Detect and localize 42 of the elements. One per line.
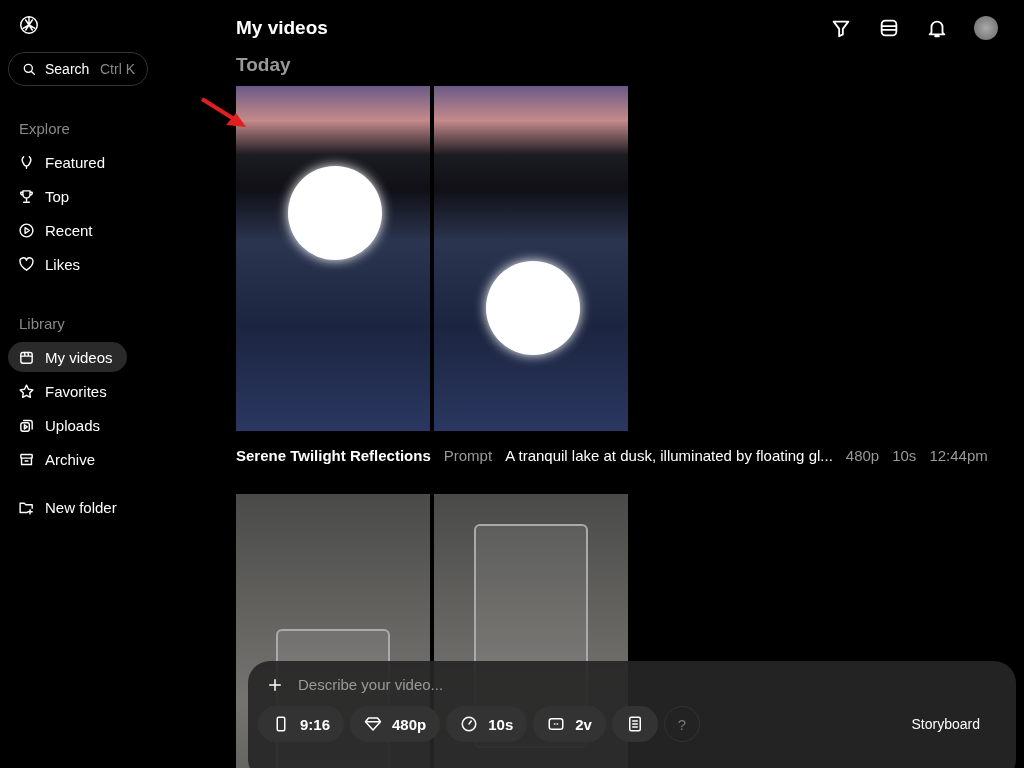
section-heading: Explore xyxy=(19,120,71,137)
sidebar-item[interactable]: Favorites xyxy=(8,376,121,406)
play-circle-icon xyxy=(18,221,35,239)
rectangle-icon xyxy=(547,715,566,733)
shortcut-hint: Ctrl K xyxy=(100,61,135,77)
option-button[interactable]: 10s xyxy=(446,706,528,742)
option-button[interactable]: 2v xyxy=(533,706,606,742)
sidebar-item[interactable]: Recent xyxy=(8,215,107,245)
star-icon xyxy=(18,382,35,400)
trophy-icon xyxy=(18,187,35,205)
heart-icon xyxy=(18,255,35,273)
page-title: My videos xyxy=(236,17,328,39)
laurel-icon xyxy=(18,153,35,171)
option-button[interactable]: 480p xyxy=(350,706,441,742)
sidebar-item[interactable]: Archive xyxy=(8,444,110,474)
video-title[interactable]: Serene Twilight Reflections xyxy=(236,447,431,464)
option-button[interactable]: 9:16 xyxy=(258,706,345,742)
presets-button[interactable] xyxy=(611,706,658,742)
sidebar-item[interactable]: Likes xyxy=(8,249,95,279)
search-icon xyxy=(21,61,37,77)
timer-icon xyxy=(460,715,479,733)
prompt-label: Prompt xyxy=(443,447,493,464)
storyboard-button[interactable]: Storyboard xyxy=(905,715,986,733)
prompt-input[interactable]: Describe your video... xyxy=(296,675,1006,694)
new-folder-item[interactable]: New folder xyxy=(8,492,131,522)
video-thumbnail[interactable] xyxy=(236,86,430,431)
list-view-icon[interactable] xyxy=(878,17,900,39)
prompt-text: A tranquil lake at dusk, illuminated by floating gl... xyxy=(505,447,833,464)
video-thumbnail[interactable] xyxy=(434,86,628,431)
sidebar-item[interactable]: Top xyxy=(8,181,84,211)
annotation-arrow xyxy=(200,97,248,129)
logo-icon[interactable] xyxy=(18,14,40,36)
sidebar-item[interactable]: Uploads xyxy=(8,410,115,440)
sidebar-item[interactable]: Featured xyxy=(8,147,120,177)
date-heading: Today xyxy=(236,54,292,76)
section-heading: Library xyxy=(19,315,66,332)
time-text: 12:44pm xyxy=(929,447,988,464)
sidebar-item[interactable]: My videos xyxy=(8,342,127,372)
resolution-text: 480p xyxy=(845,447,880,464)
duration-text: 10s xyxy=(892,447,917,464)
avatar[interactable] xyxy=(974,16,998,40)
diamond-icon xyxy=(364,715,383,733)
